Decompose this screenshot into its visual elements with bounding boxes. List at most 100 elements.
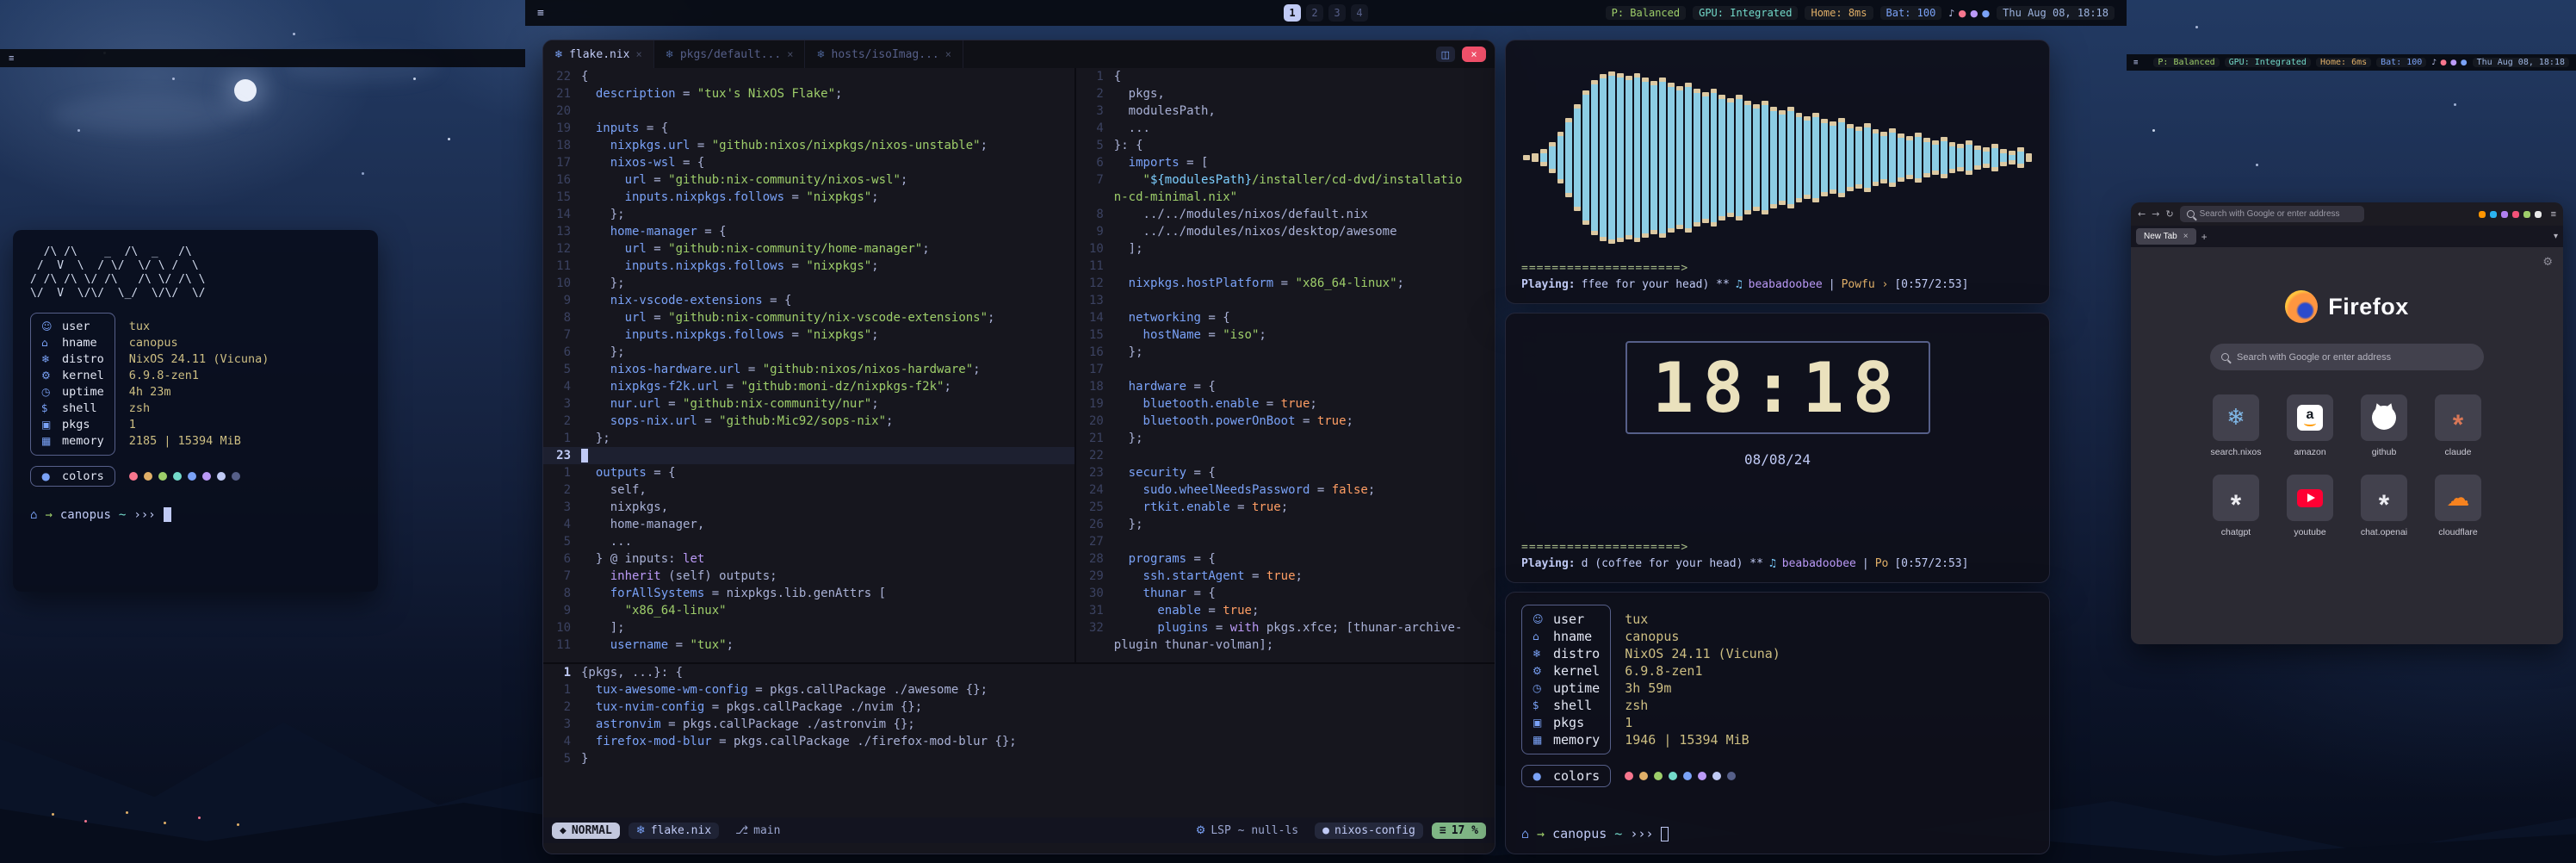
extension-icon[interactable] bbox=[2535, 211, 2542, 218]
vpn-icon[interactable]: ● bbox=[2450, 59, 2457, 67]
visualizer-bar bbox=[1694, 89, 1700, 227]
code-text: nixpkgs.hostPlatform = "x86_64-linux"; bbox=[1114, 275, 1404, 292]
neovim-window[interactable]: ❄flake.nix×❄pkgs/default...×❄hosts/isoIm… bbox=[542, 40, 1495, 854]
refresh-icon[interactable]: ↻ bbox=[2165, 208, 2173, 220]
workspace-1[interactable]: 1 bbox=[1284, 4, 1301, 22]
new-tab-button[interactable]: + bbox=[2201, 231, 2208, 243]
np-artist: beabadoobee bbox=[1749, 278, 1823, 291]
shortcut-tile-box: * bbox=[2435, 394, 2481, 441]
vpn-icon[interactable]: ● bbox=[1970, 8, 1978, 19]
network-icon[interactable]: ● bbox=[1982, 8, 1991, 19]
line-number: 3 bbox=[543, 499, 581, 516]
tab-close-icon[interactable]: × bbox=[636, 48, 642, 60]
menu-icon[interactable]: ≡ bbox=[2551, 209, 2556, 220]
tab-new-tab[interactable]: New Tab × bbox=[2136, 228, 2196, 245]
line-number: 1 bbox=[1076, 68, 1114, 85]
cloudflare-icon: ☁ bbox=[2447, 485, 2470, 512]
line-number: 29 bbox=[1076, 568, 1114, 585]
repo-chip[interactable]: ● nixos-config bbox=[1315, 823, 1423, 839]
visualizer-bar bbox=[1625, 76, 1632, 239]
np-prefix: Playing: bbox=[1521, 278, 1576, 291]
shortcut-tile-box: a bbox=[2287, 394, 2333, 441]
tab-close-icon[interactable]: × bbox=[945, 48, 951, 60]
volume-icon[interactable]: ♪ bbox=[2431, 59, 2437, 67]
extension-icon[interactable] bbox=[2512, 211, 2519, 218]
extension-icon[interactable] bbox=[2523, 211, 2530, 218]
code-line: 31 enable = true; bbox=[1076, 602, 1495, 619]
forward-icon[interactable]: → bbox=[2152, 208, 2159, 220]
pane-iso-config[interactable]: 1{2 pkgs,3 modulesPath,4 ...5}: {6 impor… bbox=[1076, 68, 1495, 662]
newtab-search-input[interactable]: Search with Google or enter address bbox=[2210, 344, 2484, 370]
close-buffer-button[interactable]: × bbox=[1462, 47, 1486, 62]
close-icon[interactable]: × bbox=[2183, 232, 2189, 241]
panel-toggle-icon[interactable]: ◫ bbox=[1436, 47, 1455, 62]
code-text: hardware = { bbox=[1114, 378, 1216, 395]
back-icon[interactable]: ← bbox=[2138, 208, 2146, 220]
line-number: 21 bbox=[543, 85, 581, 102]
workspace-3[interactable]: 3 bbox=[1328, 4, 1346, 22]
record-icon[interactable]: ● bbox=[2440, 59, 2447, 67]
shortcut-youtube[interactable]: youtube bbox=[2287, 475, 2333, 537]
fetch-label-text: kernel bbox=[62, 368, 104, 384]
line-number: 5 bbox=[543, 750, 581, 767]
shortcut-cloudflare[interactable]: ☁cloudflare bbox=[2435, 475, 2481, 537]
fetch-label-text: memory bbox=[62, 433, 104, 450]
record-icon[interactable]: ● bbox=[1958, 8, 1966, 19]
network-icon[interactable]: ● bbox=[2461, 59, 2468, 67]
workspace-2[interactable]: 2 bbox=[1306, 4, 1323, 22]
code-text: } bbox=[581, 750, 588, 767]
url-bar[interactable]: Search with Google or enter address bbox=[2180, 206, 2364, 222]
shortcut-amazon[interactable]: aamazon bbox=[2287, 394, 2333, 457]
visualizer-bar bbox=[1847, 124, 1854, 191]
shell-prompt[interactable]: ⌂→canopus~››› bbox=[1521, 826, 2034, 841]
shortcut-search.nixos[interactable]: ❄search.nixos bbox=[2211, 394, 2262, 457]
distro-value: NixOS 24.11 (Vicuna) bbox=[129, 351, 269, 368]
cursor bbox=[164, 507, 171, 522]
menu-icon[interactable]: ≡ bbox=[2133, 59, 2138, 67]
editor-tab[interactable]: ❄pkgs/default...× bbox=[654, 40, 806, 68]
amazon-smile bbox=[2304, 420, 2316, 426]
palette-dot bbox=[232, 472, 240, 481]
shortcut-github[interactable]: github bbox=[2361, 394, 2407, 457]
menu-icon[interactable]: ≡ bbox=[9, 53, 14, 64]
line-number: 2 bbox=[1076, 85, 1114, 102]
clock-time: 18:18 bbox=[1652, 348, 1903, 428]
pane-flake-nix[interactable]: 22{21 description = "tux's NixOS Flake";… bbox=[543, 68, 1076, 662]
pane-pkgs-default[interactable]: 1{pkgs, ...}: {1 tux-awesome-wm-config =… bbox=[543, 662, 1495, 817]
visualizer-bar bbox=[2009, 151, 2016, 165]
prompt-host: canopus bbox=[1552, 826, 1607, 841]
openai-knot-icon: * bbox=[2231, 481, 2241, 528]
line-number: 12 bbox=[543, 240, 581, 258]
menu-icon[interactable]: ≡ bbox=[537, 7, 544, 20]
extension-icon[interactable] bbox=[2479, 211, 2486, 218]
code-text: hostName = "iso"; bbox=[1114, 326, 1266, 344]
volume-icon[interactable]: ♪ bbox=[1948, 8, 1954, 19]
line-number: 3 bbox=[543, 716, 581, 733]
fastfetch-values: tuxcanopusNixOS 24.11 (Vicuna)6.9.8-zen1… bbox=[1611, 605, 1780, 748]
editor-tab[interactable]: ❄flake.nix× bbox=[543, 40, 654, 68]
terminal-window[interactable]: /\ /\ _ /\ _ /\ / V \ / \/ \/ \ / \ / /\… bbox=[13, 230, 378, 592]
extension-icon[interactable] bbox=[2501, 211, 2508, 218]
tab-close-icon[interactable]: × bbox=[787, 48, 793, 60]
separator-rule: =====================> bbox=[1521, 262, 2034, 275]
code-line: 1 tux-awesome-wm-config = pkgs.callPacka… bbox=[543, 681, 1495, 698]
shortcut-chatgpt[interactable]: *chatgpt bbox=[2213, 475, 2259, 537]
editor-tab[interactable]: ❄hosts/isoImag...× bbox=[805, 40, 963, 68]
code-text: plugin thunar-volman]; bbox=[1114, 636, 1273, 654]
workspace-4[interactable]: 4 bbox=[1351, 4, 1368, 22]
shortcut-claude[interactable]: *claude bbox=[2435, 394, 2481, 457]
repo-name: nixos-config bbox=[1334, 824, 1415, 837]
shortcut-chat.openai[interactable]: *chat.openai bbox=[2361, 475, 2407, 537]
statusline: ◆ NORMAL ❄ flake.nix ⎇ main ⚙ LSP ~ null… bbox=[543, 817, 1495, 843]
statusline-file: ❄ flake.nix bbox=[629, 823, 719, 839]
visualizer-bar bbox=[1727, 98, 1734, 217]
shortcut-label: youtube bbox=[2294, 527, 2325, 537]
command-line bbox=[543, 843, 1495, 854]
extension-icons bbox=[2479, 211, 2542, 218]
gear-icon[interactable]: ⚙ bbox=[2542, 256, 2553, 269]
extension-icon[interactable] bbox=[2490, 211, 2497, 218]
firefox-window[interactable]: ← → ↻ Search with Google or enter addres… bbox=[2131, 202, 2563, 644]
lines-icon: ≡ bbox=[1440, 824, 1446, 837]
shell-prompt[interactable]: ⌂→canopus~››› bbox=[30, 507, 361, 522]
tab-list-icon[interactable]: ▾ bbox=[2554, 232, 2558, 241]
